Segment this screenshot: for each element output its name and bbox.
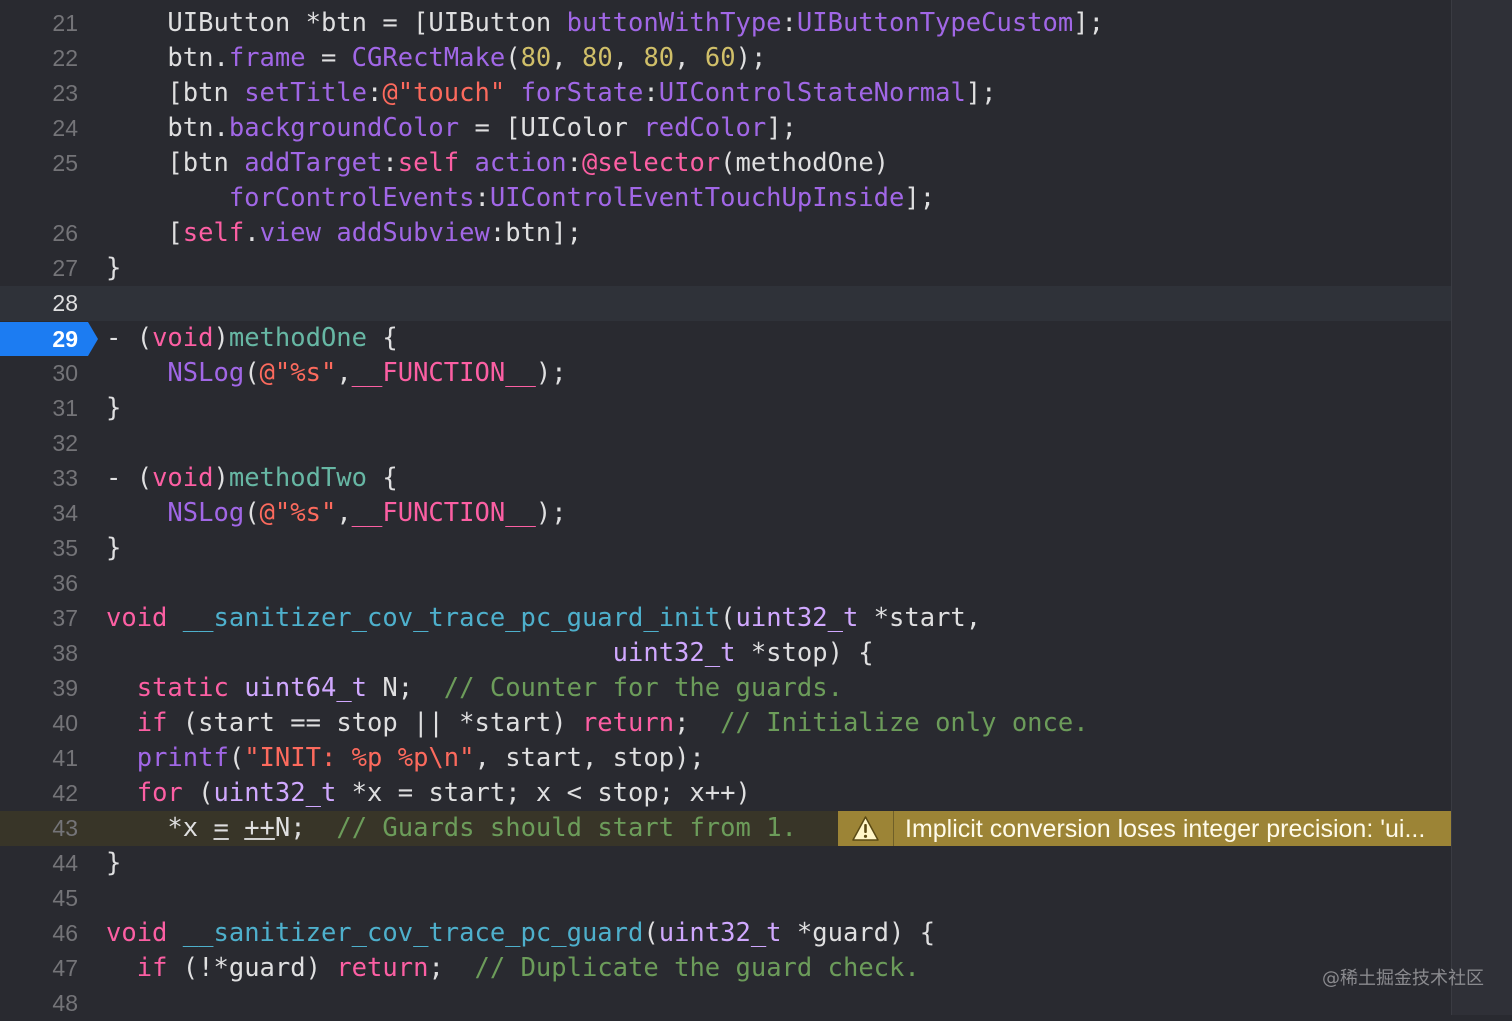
line-number: 28 [52, 290, 78, 316]
code-line-43-warning[interactable]: 43 *x = ++N; // Guards should start from… [0, 811, 1451, 846]
code-text: UIButton *btn = [UIButton buttonWithType… [167, 8, 1104, 38]
warning-message: Implicit conversion loses integer precis… [905, 815, 1426, 843]
code-line-44[interactable]: 44 } [0, 846, 1451, 881]
code-text: NSLog(@"%s",__FUNCTION__); [167, 358, 567, 388]
code-line-39[interactable]: 39 static uint64_t N; // Counter for the… [0, 671, 1451, 706]
line-number: 48 [52, 990, 78, 1016]
line-number: 35 [52, 535, 78, 561]
code-text: forControlEvents:UIControlEventTouchUpIn… [228, 183, 936, 213]
line-number: 26 [52, 220, 78, 246]
code-line-26[interactable]: 26 [self.view addSubview:btn]; [0, 216, 1451, 251]
code-text: [self.view addSubview:btn]; [167, 218, 582, 248]
code-text: } [106, 393, 122, 423]
line-number: 27 [52, 255, 78, 281]
code-line-25-continuation[interactable]: forControlEvents:UIControlEventTouchUpIn… [0, 181, 1451, 216]
code-line-42[interactable]: 42 for (uint32_t *x = start; x < stop; x… [0, 776, 1451, 811]
code-line-33[interactable]: 33 - (void)methodTwo { [0, 461, 1451, 496]
code-text: } [106, 253, 122, 283]
code-text: if (start == stop || *start) return; // … [136, 708, 1089, 738]
line-number: 36 [52, 570, 78, 596]
line-number: 29 [52, 326, 78, 352]
breakpoint-marker[interactable]: 29 [0, 322, 98, 356]
code-text: btn.backgroundColor = [UIColor redColor]… [167, 113, 797, 143]
code-text: for (uint32_t *x = start; x < stop; x++) [136, 778, 751, 808]
code-text: void __sanitizer_cov_trace_pc_guard(uint… [106, 918, 936, 948]
code-line-34[interactable]: 34 NSLog(@"%s",__FUNCTION__); [0, 496, 1451, 531]
code-line-22[interactable]: 22 btn.frame = CGRectMake(80, 80, 80, 60… [0, 41, 1451, 76]
line-number: 30 [52, 360, 78, 386]
code-editor[interactable]: 21 UIButton *btn = [UIButton buttonWithT… [0, 0, 1512, 1016]
code-line-21[interactable]: 21 UIButton *btn = [UIButton buttonWithT… [0, 6, 1451, 41]
line-number: 25 [52, 150, 78, 176]
line-number: 34 [52, 500, 78, 526]
line-number: 41 [52, 745, 78, 771]
code-line-23[interactable]: 23 [btn setTitle:@"touch" forState:UICon… [0, 76, 1451, 111]
line-number: 42 [52, 780, 78, 806]
code-text: uint32_t *stop) { [612, 638, 874, 668]
code-line-30[interactable]: 30 NSLog(@"%s",__FUNCTION__); [0, 356, 1451, 391]
line-number: 22 [52, 45, 78, 71]
line-number: 44 [52, 850, 78, 876]
code-text: } [106, 848, 122, 878]
line-number: 33 [52, 465, 78, 491]
code-line-45[interactable]: 45 [0, 881, 1451, 916]
warning-badge[interactable] [838, 811, 894, 846]
editor-scroll-area[interactable] [1451, 0, 1512, 1015]
code-text: btn.frame = CGRectMake(80, 80, 80, 60); [167, 43, 767, 73]
code-line-41[interactable]: 41 printf("INIT: %p %p\n", start, stop); [0, 741, 1451, 776]
code-line-31[interactable]: 31 } [0, 391, 1451, 426]
line-number: 21 [52, 10, 78, 36]
code-line-36[interactable]: 36 [0, 566, 1451, 601]
line-number: 37 [52, 605, 78, 631]
code-text: [btn setTitle:@"touch" forState:UIContro… [167, 78, 997, 108]
code-line-46[interactable]: 46 void __sanitizer_cov_trace_pc_guard(u… [0, 916, 1451, 951]
line-number: 47 [52, 955, 78, 981]
warning-triangle-icon [852, 816, 879, 841]
line-number: 23 [52, 80, 78, 106]
code-line-29[interactable]: - (void)methodOne { [0, 321, 1451, 356]
code-line-47[interactable]: 47 if (!*guard) return; // Duplicate the… [0, 951, 1451, 986]
line-number: 46 [52, 920, 78, 946]
code-line-37[interactable]: 37 void __sanitizer_cov_trace_pc_guard_i… [0, 601, 1451, 636]
code-line-27[interactable]: 27 } [0, 251, 1451, 286]
code-line-25[interactable]: 25 [btn addTarget:self action:@selector(… [0, 146, 1451, 181]
line-number: 32 [52, 430, 78, 456]
line-number: 43 [52, 815, 78, 841]
code-text: *x = ++N; // Guards should start from 1. [167, 813, 797, 843]
warning-message-banner[interactable]: Implicit conversion loses integer precis… [894, 811, 1451, 846]
watermark: @稀土掘金技术社区 [1322, 968, 1484, 989]
code-line-40[interactable]: 40 if (start == stop || *start) return; … [0, 706, 1451, 741]
code-text: } [106, 533, 122, 563]
line-number: 31 [52, 395, 78, 421]
line-number: 45 [52, 885, 78, 911]
line-number: 39 [52, 675, 78, 701]
code-line-32[interactable]: 32 [0, 426, 1451, 461]
code-text: [btn addTarget:self action:@selector(met… [167, 148, 890, 178]
code-text: NSLog(@"%s",__FUNCTION__); [167, 498, 567, 528]
code-line-35[interactable]: 35 } [0, 531, 1451, 566]
code-text: static uint64_t N; // Counter for the gu… [136, 673, 843, 703]
code-line-28-current[interactable]: 28 [0, 286, 1451, 321]
code-text: void __sanitizer_cov_trace_pc_guard_init… [106, 603, 982, 633]
code-text: printf("INIT: %p %p\n", start, stop); [136, 743, 705, 773]
line-number: 24 [52, 115, 78, 141]
code-text: - (void)methodTwo { [106, 463, 398, 493]
code-text: if (!*guard) return; // Duplicate the gu… [136, 953, 920, 983]
line-number: 38 [52, 640, 78, 666]
code-line-38[interactable]: 38 uint32_t *stop) { [0, 636, 1451, 671]
code-line-48[interactable]: 48 [0, 986, 1451, 1021]
code-line-24[interactable]: 24 btn.backgroundColor = [UIColor redCol… [0, 111, 1451, 146]
code-text: - (void)methodOne { [106, 323, 398, 353]
line-number: 40 [52, 710, 78, 736]
